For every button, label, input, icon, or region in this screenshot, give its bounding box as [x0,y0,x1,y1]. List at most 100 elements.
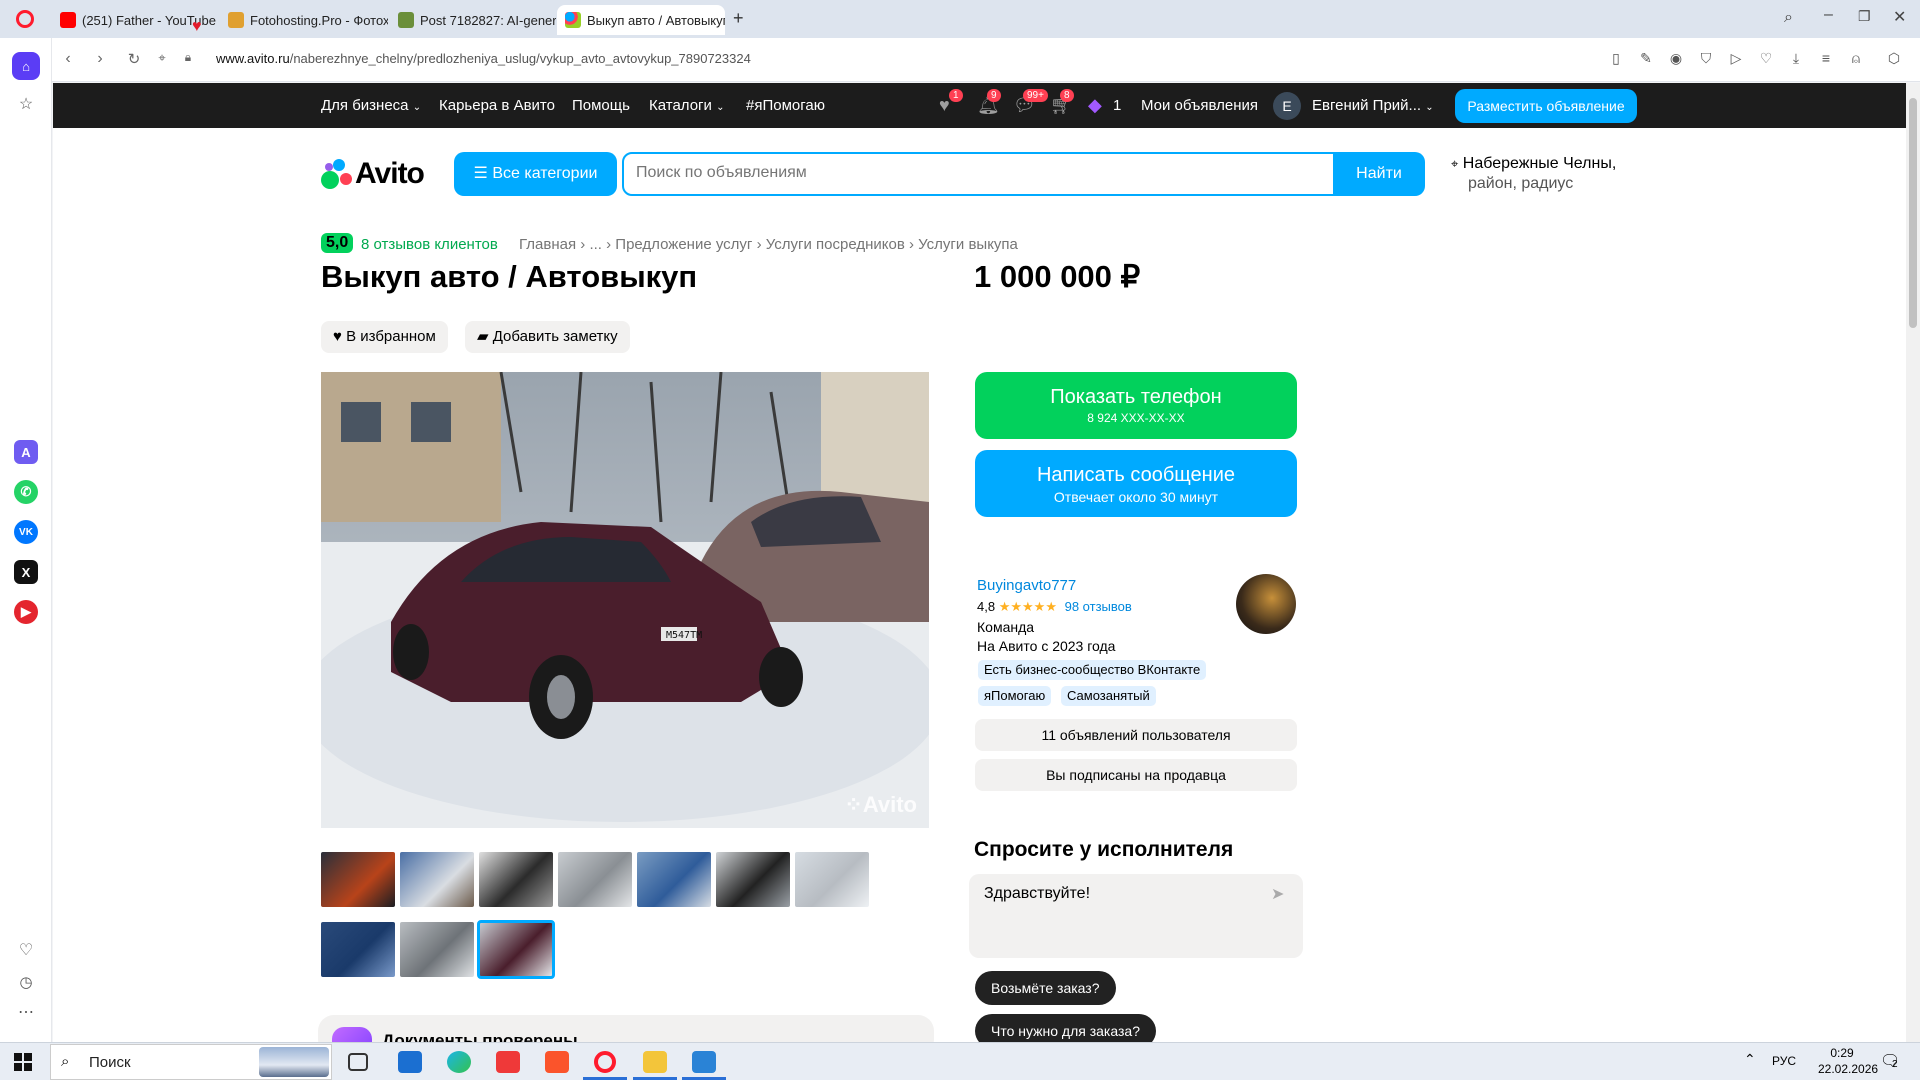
x-twitter-icon[interactable]: X [14,560,38,584]
taskbar-search[interactable]: ⌕ Поиск [50,1044,332,1080]
opera-icon[interactable] [594,1051,616,1073]
nav-my-ads[interactable]: Мои объявления [1141,97,1258,114]
outlook-icon[interactable] [398,1051,422,1073]
windows-start-icon[interactable] [14,1053,32,1071]
edge-icon[interactable] [447,1051,471,1073]
breadcrumb-ellipsis[interactable]: ... [589,236,602,253]
url-field[interactable]: www.avito.ru/naberezhnye_chelny/predlozh… [216,51,751,66]
thumbnail[interactable] [558,852,632,907]
tab-fotohosting[interactable]: Fotohosting.Pro - Фотохо [220,5,388,35]
history-clock-icon[interactable]: ◷ [14,970,38,994]
favorites-heart-icon[interactable]: ♥ 1 [939,89,963,116]
breadcrumb-services[interactable]: Предложение услуг [615,236,752,253]
extensions-icon[interactable]: ⬡ [1884,50,1904,67]
breadcrumb-home[interactable]: Главная [519,236,576,253]
seller-ads-button[interactable]: 11 объявлений пользователя [975,719,1297,751]
new-tab-button[interactable]: + [733,8,744,29]
profile-icon[interactable]: ⍝ [1846,50,1866,67]
aria-ai-icon[interactable]: A [14,440,38,464]
breadcrumb-buyout[interactable]: Услуги выкупа [918,236,1018,253]
home-icon[interactable]: ⌂ [12,52,40,80]
notifications-bell-icon[interactable]: 🔔︎ 9 [977,89,1001,116]
bonus-gem-icon[interactable]: ◆ [1088,95,1102,116]
search-tabs-icon[interactable]: ⌕ [1784,9,1793,27]
location-selector[interactable]: ⌖ Набережные Челны, район, радиус [1451,155,1616,193]
language-indicator[interactable]: РУС [1772,1054,1796,1068]
heart-icon[interactable]: ♡ [1756,50,1776,67]
forward-icon[interactable]: › [90,50,110,68]
download-icon[interactable]: ⤓ [1786,50,1806,67]
location-pin-icon[interactable]: ⌖ [152,50,172,66]
all-categories-button[interactable]: ☰ Все категории [454,152,617,196]
restore-icon[interactable]: ❐ [1858,8,1871,25]
nav-business[interactable]: Для бизнеса ⌄ [321,97,421,114]
seller-name[interactable]: Buyingavto777 [977,577,1076,594]
snapshot-icon[interactable]: ◉ [1666,50,1686,67]
favorite-button[interactable]: ♥ В избранном [321,321,448,353]
user-menu[interactable]: Евгений Прий... ⌄ [1312,97,1434,114]
quick-reply-requirements[interactable]: Что нужно для заказа? [975,1014,1156,1042]
more-dots-icon[interactable]: ⋯ [14,1000,38,1024]
reader-icon[interactable]: ▯ [1606,50,1626,67]
photos-icon[interactable] [692,1051,716,1073]
thumbnail[interactable] [400,852,474,907]
thumbnail[interactable] [321,922,395,977]
breadcrumb-intermediary[interactable]: Услуги посредников [766,236,905,253]
reload-icon[interactable]: ↻ [124,50,144,68]
send-arrow-icon[interactable]: ➤ [1271,884,1284,904]
file-explorer-icon[interactable] [643,1051,667,1073]
user-avatar[interactable]: Е [1273,92,1301,120]
post-ad-button[interactable]: Разместить объявление [1455,89,1637,123]
quick-reply-take-order[interactable]: Возьмёте заказ? [975,971,1116,1005]
thumbnail-selected[interactable] [477,920,555,979]
ask-input-text[interactable]: Здравствуйте! [984,885,1090,903]
messages-icon[interactable]: 💬︎ 99+ [1013,89,1048,116]
tray-chevron-up-icon[interactable]: ⌃ [1744,1051,1756,1068]
notifications-icon[interactable]: 🗨︎ 2 [1880,1051,1900,1071]
menu-icon[interactable]: ≡ [1816,50,1836,66]
subscribed-button[interactable]: Вы подписаны на продавца [975,759,1297,791]
close-window-icon[interactable]: ✕ [1893,7,1906,27]
vpn-shield-icon[interactable]: ⛉ [1696,50,1716,67]
tab-avito[interactable]: Выкуп авто / Автовыкуп [557,5,725,35]
nav-help[interactable]: Помощь [572,97,630,114]
nav-catalogs[interactable]: Каталоги ⌄ [649,97,724,114]
brave-icon[interactable] [545,1051,569,1073]
nav-career[interactable]: Карьера в Авито [439,97,555,114]
write-message-button[interactable]: Написать сообщение Отвечает около 30 мин… [975,450,1297,517]
search-input[interactable] [636,164,1326,182]
vivaldi-icon[interactable] [496,1051,520,1073]
opera-logo-icon[interactable] [16,10,34,28]
whatsapp-icon[interactable]: ✆ [14,480,38,504]
documents-card[interactable]: Документы проверены [318,1015,934,1042]
seller-avatar[interactable] [1236,574,1296,634]
favorites-heart-icon[interactable]: ♡ [14,938,38,962]
main-photo[interactable]: М547ТМ ⁘Avito [321,372,929,828]
thumbnail[interactable] [321,852,395,907]
nav-yapomogau[interactable]: #яПомогаю [746,97,825,114]
speed-dial-star-icon[interactable]: ☆ [14,92,38,116]
edit-icon[interactable]: ✎ [1636,50,1656,67]
player-icon[interactable]: ▶ [14,600,38,624]
avito-logo[interactable]: Avito [321,155,433,195]
thumbnail[interactable] [400,922,474,977]
cart-icon[interactable]: 🛒︎ 8 [1050,89,1074,116]
add-note-button[interactable]: ▰ Добавить заметку [465,321,630,353]
tab-post[interactable]: Post 7182827: AI-generat [390,5,556,35]
thumbnail[interactable] [479,852,553,907]
clock[interactable]: 0:29 22.02.2026 [1818,1046,1878,1076]
reviews-link[interactable]: 8 отзывов клиентов [361,236,498,253]
lock-icon[interactable]: 🔒︎ [178,50,198,65]
minimize-icon[interactable]: – [1824,6,1833,24]
back-icon[interactable]: ‹ [58,50,78,68]
send-icon[interactable]: ▷ [1726,50,1746,67]
show-phone-button[interactable]: Показать телефон 8 924 XXX-XX-XX [975,372,1297,439]
task-view-icon[interactable] [348,1053,368,1071]
ask-message-box[interactable]: Здравствуйте! ➤ [969,874,1303,958]
vk-icon[interactable]: VK [14,520,38,544]
thumbnail[interactable] [795,852,869,907]
thumbnail[interactable] [716,852,790,907]
thumbnail[interactable] [637,852,711,907]
search-button[interactable]: Найти [1333,152,1425,196]
seller-reviews-link[interactable]: 98 отзывов [1065,599,1132,614]
